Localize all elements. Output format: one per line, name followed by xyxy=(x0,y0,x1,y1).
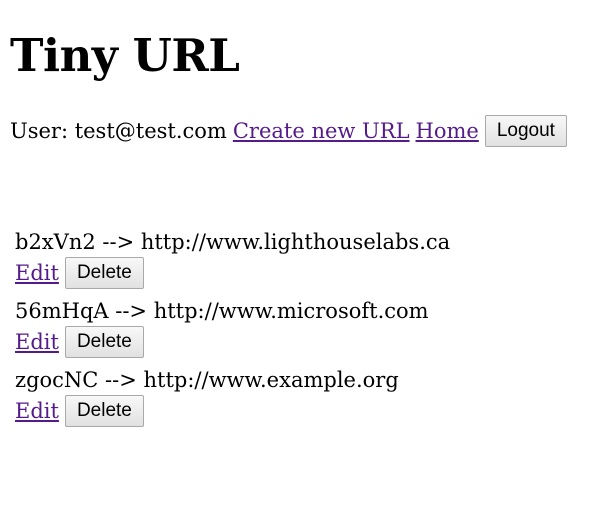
edit-link[interactable]: Edit xyxy=(15,330,59,354)
delete-button[interactable]: Delete xyxy=(64,395,144,427)
delete-button[interactable]: Delete xyxy=(64,257,144,289)
user-label: User: test@test.com xyxy=(10,119,227,143)
page-title: Tiny URL xyxy=(10,29,240,82)
url-mapping: b2xVn2 --> http://www.lighthouselabs.ca xyxy=(15,230,451,254)
url-list: b2xVn2 --> http://www.lighthouselabs.ca … xyxy=(15,227,450,434)
url-mapping: 56mHqA --> http://www.microsoft.com xyxy=(15,299,429,323)
url-item: b2xVn2 --> http://www.lighthouselabs.ca … xyxy=(15,227,450,289)
page: Tiny URL User: test@test.com Create new … xyxy=(0,0,603,513)
url-item: zgocNC --> http://www.example.org Edit D… xyxy=(15,365,450,427)
home-link[interactable]: Home xyxy=(416,119,479,143)
edit-link[interactable]: Edit xyxy=(15,261,59,285)
nav-bar: User: test@test.com Create new URL Home … xyxy=(10,115,567,147)
url-actions: Edit Delete xyxy=(15,326,450,358)
create-new-url-link[interactable]: Create new URL xyxy=(233,119,410,143)
url-item: 56mHqA --> http://www.microsoft.com Edit… xyxy=(15,296,450,358)
logout-button[interactable]: Logout xyxy=(484,115,567,147)
delete-button[interactable]: Delete xyxy=(64,326,144,358)
edit-link[interactable]: Edit xyxy=(15,399,59,423)
url-actions: Edit Delete xyxy=(15,395,450,427)
url-mapping: zgocNC --> http://www.example.org xyxy=(15,368,399,392)
url-actions: Edit Delete xyxy=(15,257,450,289)
